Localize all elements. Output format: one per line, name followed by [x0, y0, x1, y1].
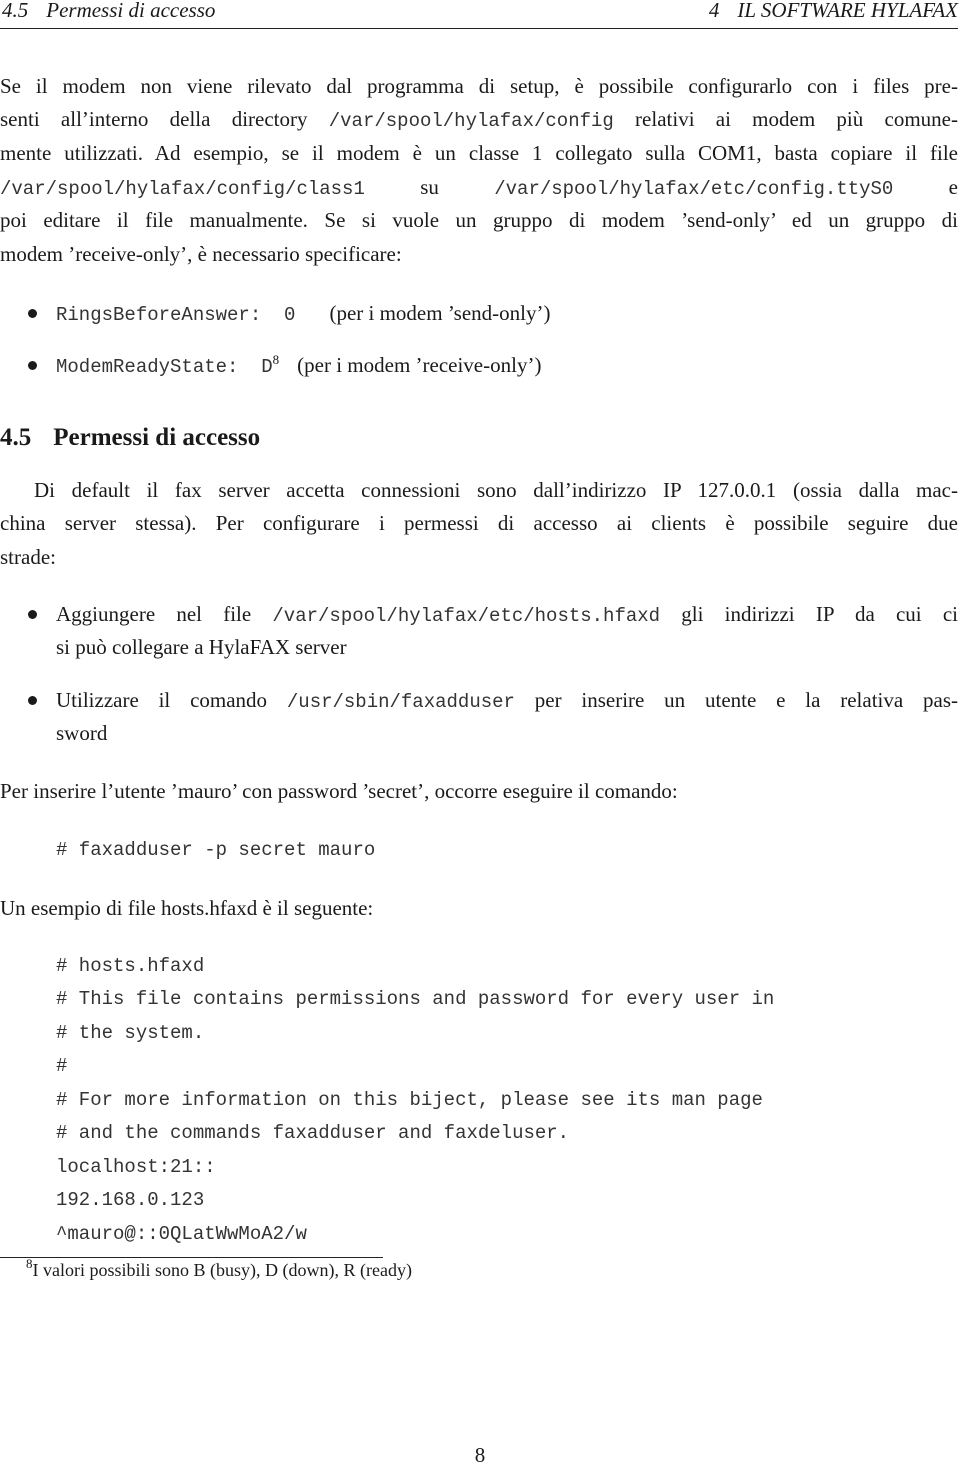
header-section: 4.5 Permessi di accesso: [2, 0, 215, 23]
list-item-line: sword: [56, 721, 108, 745]
text-line: /var/spool/hylafax/config/class1 su /var…: [0, 171, 958, 206]
page-number: 8: [474, 1443, 486, 1467]
code-path: /var/spool/hylafax/etc/hosts.hfaxd: [272, 605, 661, 627]
code-line: # and the commands faxadduser and faxdel…: [56, 1122, 570, 1144]
text-line: strade:: [0, 545, 56, 569]
list-item: RingsBeforeAnswer: 0 (per i modem ’send-o…: [56, 297, 550, 332]
list-item-line: Utilizzare il comando /usr/sbin/faxaddus…: [56, 684, 958, 719]
text: Utilizzare il comando: [56, 688, 287, 712]
text: gli indirizzi IP da cui ci: [660, 602, 958, 626]
setting-description: (per i modem ’send-only’): [329, 301, 551, 325]
setting-description: (per i modem ’receive-only’): [297, 353, 542, 377]
list-item: ModemReadyState: D8 (per i modem ’receive…: [56, 349, 541, 384]
text: senti all’interno della directory: [0, 107, 329, 131]
header-chapter: 4 IL SOFTWARE HYLAFAX: [709, 0, 958, 23]
code-line: # This file contains permissions and pas…: [56, 988, 775, 1010]
code-path: /var/spool/hylafax/config: [328, 110, 614, 132]
text: per inserire un utente e la relativa pas…: [514, 688, 958, 712]
running-header: 4.5 Permessi di accesso 4 IL SOFTWARE HYLA…: [0, 0, 960, 24]
text: su: [364, 175, 495, 199]
list-item-line: Aggiungere nel file /var/spool/hylafax/e…: [56, 598, 958, 633]
section-number: 4.5: [0, 424, 32, 451]
text-line: senti all’interno della directory /var/s…: [0, 103, 958, 138]
command-line: # faxadduser -p secret mauro: [56, 839, 376, 861]
header-rule: [0, 28, 958, 29]
text-line: Se il modem non viene rilevato dal progr…: [0, 74, 958, 98]
code-path: /var/spool/hylafax/etc/config.ttyS0: [494, 178, 894, 200]
bullet-icon: [28, 309, 37, 318]
bullet-icon: [28, 361, 37, 370]
footnote: 8I valori possibili sono B (busy), D (do…: [26, 1257, 412, 1281]
code-path: /var/spool/hylafax/config/class1: [0, 178, 365, 200]
text: Aggiungere nel file: [56, 602, 273, 626]
code-line: # For more information on this biject, p…: [56, 1089, 763, 1111]
text-line: poi editare il file manualmente. Se si v…: [0, 208, 958, 232]
setting-code: ModemReadyState: D: [56, 356, 273, 378]
text: e: [893, 175, 958, 199]
text-line: china server stessa). Per configurare i …: [0, 511, 958, 535]
paragraph-add-user: Per inserire l’utente ’mauro’ con passwo…: [0, 779, 678, 803]
code-line: #: [56, 1055, 68, 1077]
setting-code: RingsBeforeAnswer: 0: [56, 304, 296, 326]
footnote-ref[interactable]: 8: [273, 352, 280, 367]
bullet-icon: [28, 610, 37, 619]
section-heading: 4.5 Permessi di accesso: [0, 424, 260, 452]
footnote-text: I valori possibili sono B (busy), D (dow…: [32, 1260, 412, 1280]
code-line: 192.168.0.123: [56, 1189, 205, 1211]
bullet-icon: [28, 696, 37, 705]
header-section-number: 4.5: [2, 0, 29, 22]
text-line: modem ’receive-only’, è necessario speci…: [0, 242, 402, 266]
text-line: mente utilizzati. Ad esempio, se il mode…: [0, 141, 958, 165]
footnote-rule: [0, 1257, 383, 1258]
code-line: ^mauro@::0QLatWwMoA2/w: [56, 1223, 307, 1245]
text: relativi ai modem più comune-: [613, 107, 958, 131]
section-title: Permessi di accesso: [53, 424, 261, 451]
list-item-line: si può collegare a HylaFAX server: [56, 635, 347, 659]
code-path: /usr/sbin/faxadduser: [286, 691, 515, 713]
code-line: # the system.: [56, 1022, 205, 1044]
code-line: localhost:21::: [56, 1156, 216, 1178]
text-line: Di default il fax server accetta conness…: [34, 478, 958, 502]
code-line: # hosts.hfaxd: [56, 955, 205, 977]
header-chapter-title: IL SOFTWARE HYLAFAX: [737, 0, 958, 22]
header-section-title: Permessi di accesso: [46, 0, 216, 22]
paragraph-hosts-example: Un esempio di file hosts.hfaxd è il segu…: [0, 896, 374, 920]
header-chapter-number: 4: [708, 0, 720, 22]
